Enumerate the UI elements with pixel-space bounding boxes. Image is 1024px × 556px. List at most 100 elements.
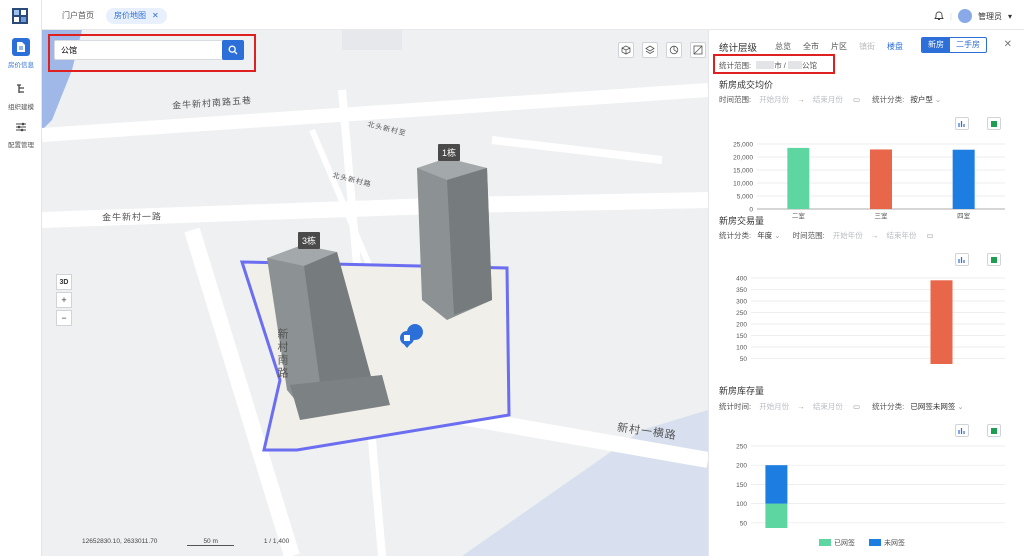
avg-price-title: 新房成交均价 [719, 80, 774, 90]
layers-button[interactable] [642, 42, 658, 58]
layers-icon [645, 45, 655, 54]
bar-1 [930, 280, 953, 364]
level-city[interactable]: 全市 [803, 41, 819, 52]
scale-ratio: 1 / 1,400 [263, 538, 290, 545]
org-tree-icon [12, 80, 30, 98]
second-hand-button[interactable]: 二手房 [950, 38, 986, 52]
sidebar-item-label: 配置管理 [8, 142, 34, 149]
username[interactable]: 管理员 [978, 11, 1002, 22]
cube-view-button[interactable] [618, 42, 634, 58]
calendar-icon[interactable]: ▭ [927, 231, 934, 240]
new-house-button[interactable]: 新房 [922, 38, 950, 52]
range-arrow: → [797, 95, 805, 104]
category-select[interactable]: 已网签未网签 [910, 402, 955, 411]
bar-0-0 [765, 503, 788, 528]
level-overview[interactable]: 总览 [775, 41, 791, 52]
chevron-down-icon[interactable]: ⌄ [957, 402, 963, 411]
coordinate-readout: 12652830.10, 2633011.70 [82, 538, 158, 545]
filter-label: 统计分类: [719, 231, 752, 240]
chevron-down-icon[interactable]: ⌄ [935, 95, 941, 104]
level-district[interactable]: 片区 [831, 41, 847, 52]
avatar[interactable] [957, 9, 972, 23]
bar-1 [870, 149, 892, 209]
zoom-out-button[interactable]: − [56, 310, 72, 326]
y-tick-label: 150 [736, 482, 747, 489]
bell-icon[interactable] [934, 11, 944, 21]
left-sidebar: 房价信息 组织建模 配置管理 [0, 0, 42, 556]
y-tick-label: 100 [736, 345, 747, 352]
house-type-toggle: 新房 二手房 [921, 37, 987, 53]
app-logo [12, 8, 28, 24]
building-label[interactable]: 3栋 [298, 232, 321, 249]
road-label: 新村南路 [276, 328, 288, 380]
user-area: | 管理员 ▾ [934, 8, 1012, 24]
x-tick-label: 四室 [957, 211, 971, 220]
category-select[interactable]: 年度 [757, 231, 772, 240]
map-road [491, 136, 663, 164]
y-tick-label: 10,000 [733, 181, 753, 188]
pie-tool-button[interactable] [666, 42, 682, 58]
stock-legend: 已网签 未网签 [819, 538, 905, 548]
panel-title: 统计层级 [719, 43, 758, 54]
stock-title: 新房库存量 [719, 386, 765, 396]
bar-2 [952, 149, 975, 209]
chevron-down-icon[interactable]: ⌄ [774, 231, 780, 240]
stock-filters: 统计时间: 开始月份 → 结束月份 ▭ 统计分类: 已网签未网签 ⌄ [719, 401, 964, 413]
highlight-frame [713, 54, 835, 74]
volume-chart: 05010015020025030035040020222021 [736, 276, 1005, 364]
tab-portal-home[interactable]: 门户首页 [54, 8, 102, 24]
bar-1-0 [765, 465, 788, 504]
y-tick-label: 50 [740, 356, 748, 363]
end-year-input[interactable]: 结束年份 [886, 231, 916, 240]
y-tick-label: 50 [740, 520, 748, 527]
filter-label: 统计时间: [719, 402, 752, 411]
y-tick-label: 350 [736, 287, 747, 294]
start-year-input[interactable]: 开始年份 [833, 231, 863, 240]
filter-label: 统计分类: [872, 95, 905, 104]
pie-chart-icon [669, 45, 679, 55]
level-project[interactable]: 楼盘 [887, 41, 903, 52]
range-arrow: → [870, 231, 879, 240]
calendar-icon[interactable]: ▭ [853, 95, 860, 104]
scale-bar: 50 m [187, 538, 234, 546]
volume-title: 新房交易量 [719, 216, 765, 226]
y-tick-label: 300 [736, 299, 747, 306]
end-month-input[interactable]: 结束月份 [813, 95, 843, 104]
start-month-input[interactable]: 开始月份 [759, 402, 789, 411]
end-month-input[interactable]: 结束月份 [813, 402, 843, 411]
legend-item[interactable]: 已网签 [819, 538, 855, 548]
tab-price-map[interactable]: 房价地图 ✕ [106, 8, 167, 24]
filter-label: 时间范围: [792, 231, 825, 240]
zoom-in-button[interactable]: + [56, 292, 72, 308]
highlight-frame [48, 34, 256, 72]
map-view[interactable]: 金牛新村南路五巷 北头新村至 北头新村路 金牛新村一路 新村南路 新村一横路 1… [42, 30, 708, 556]
close-icon[interactable]: ✕ [152, 11, 159, 20]
map-block [342, 30, 402, 50]
ruler-icon [693, 45, 703, 55]
category-select[interactable]: 按户型 [910, 95, 933, 104]
3d-toggle-button[interactable]: 3D [56, 274, 72, 290]
cube-icon [621, 45, 631, 55]
legend-label: 未网签 [884, 540, 905, 547]
building-label[interactable]: 1栋 [438, 144, 461, 161]
sidebar-item-org-modeling[interactable]: 组织建模 [0, 80, 42, 111]
calendar-icon[interactable]: ▭ [853, 402, 860, 411]
y-tick-label: 25,000 [733, 142, 753, 149]
x-tick-label: 二室 [792, 211, 806, 220]
building-1[interactable] [417, 158, 492, 320]
legend-swatch [819, 539, 831, 546]
filter-label: 统计分类: [872, 402, 905, 411]
stats-panel: 统计层级 总览 全市 片区 镇街 楼盘 新房 二手房 ✕ 统计范围: 市 / 公… [708, 30, 1024, 556]
sidebar-item-config[interactable]: 配置管理 [0, 118, 42, 149]
close-icon[interactable]: ✕ [1004, 39, 1012, 50]
chevron-down-icon[interactable]: ▾ [1008, 12, 1012, 21]
legend-item[interactable]: 未网签 [869, 538, 905, 548]
y-tick-label: 250 [736, 444, 747, 451]
start-month-input[interactable]: 开始月份 [759, 95, 789, 104]
y-tick-label: 100 [736, 501, 747, 508]
document-icon [12, 38, 30, 56]
sidebar-item-price-info[interactable]: 房价信息 [0, 38, 42, 69]
volume-filters: 统计分类: 年度 ⌄ 时间范围: 开始年份 → 结束年份 ▭ [719, 230, 934, 242]
sidebar-item-label: 组织建模 [8, 104, 34, 111]
measure-button[interactable] [690, 42, 706, 58]
